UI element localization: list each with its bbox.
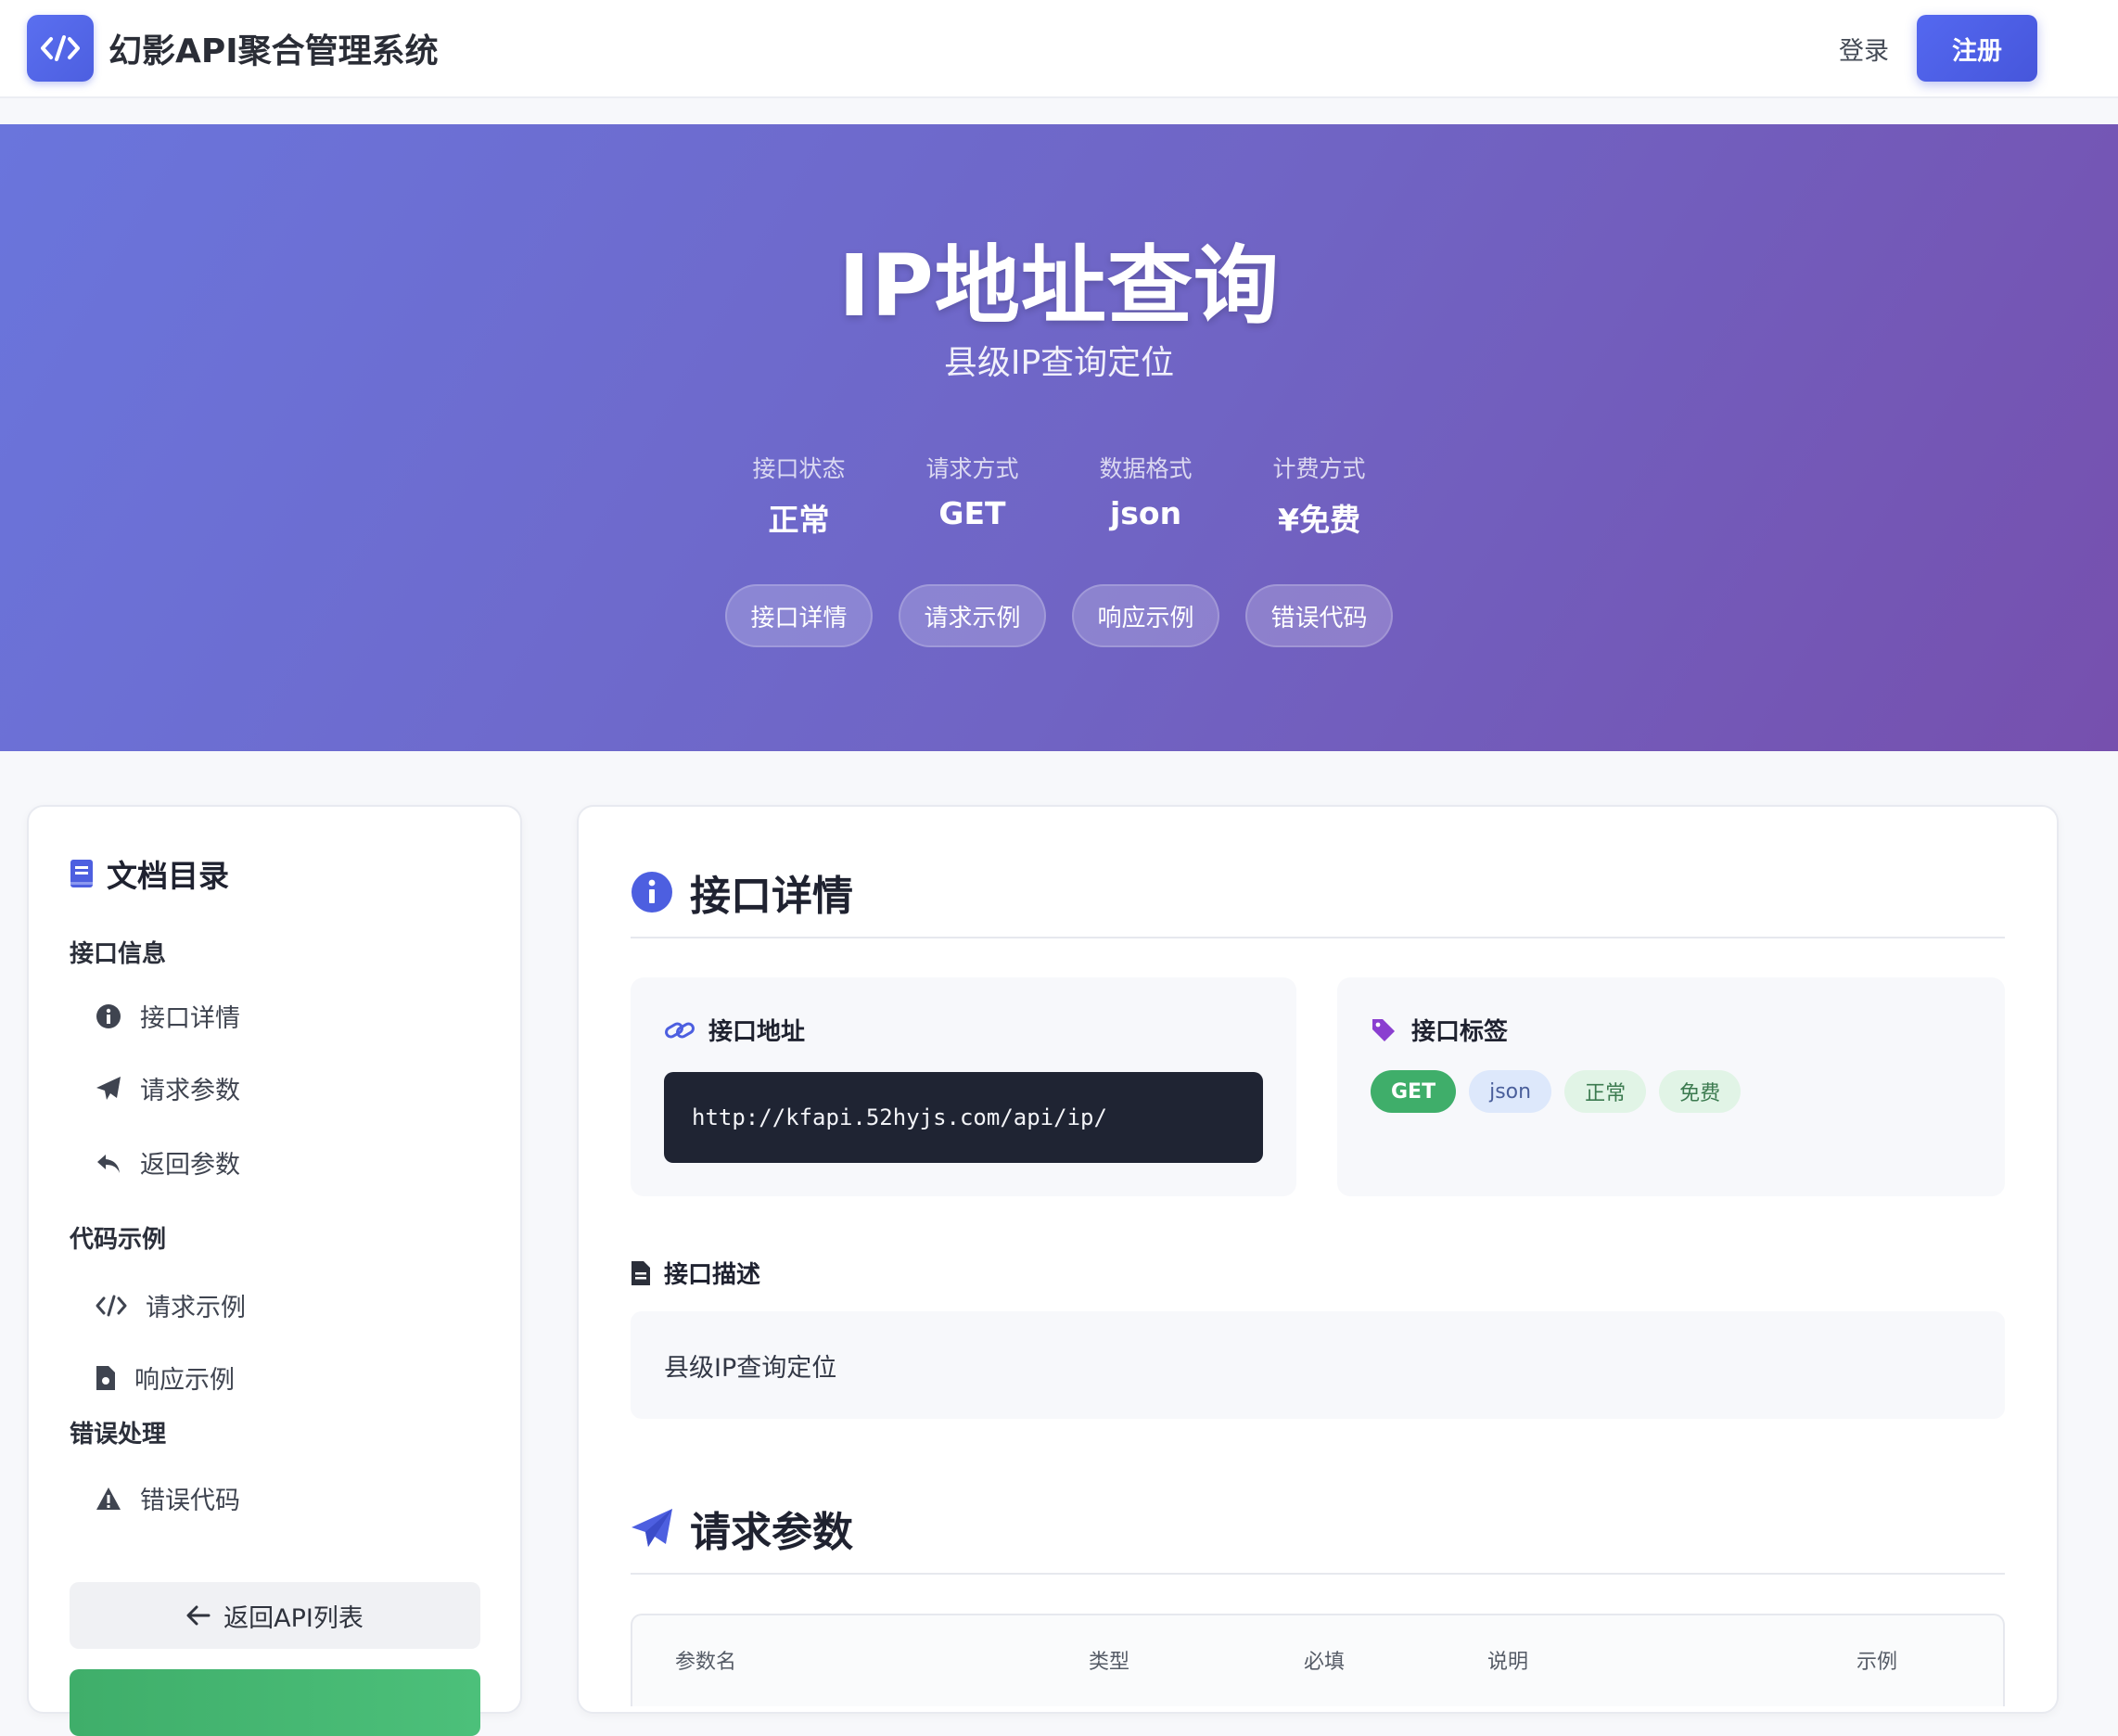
section-pills: 接口详情 请求示例 响应示例 错误代码 <box>0 584 2118 647</box>
description-title: 接口描述 <box>664 1261 761 1289</box>
sidebar-title-text: 文档目录 <box>107 858 229 894</box>
card-title: 接口地址 <box>708 1018 806 1046</box>
tag-method: GET <box>1371 1070 1457 1113</box>
code-icon <box>96 1295 127 1316</box>
arrow-left-icon <box>186 1605 211 1626</box>
brand-name[interactable]: 幻影API聚合管理系统 <box>108 24 439 72</box>
section-title-api-detail: 接口详情 <box>631 862 853 922</box>
api-url[interactable]: http://kfapi.52hyjs.com/api/ip/ <box>664 1072 1263 1163</box>
green-action-button[interactable] <box>70 1669 480 1736</box>
logo[interactable] <box>27 15 94 82</box>
sidebar-item-response-example[interactable]: 响应示例 <box>96 1359 235 1396</box>
stat-value: ¥免费 <box>1278 502 1360 538</box>
stat-method: 请求方式 GET <box>886 451 1059 540</box>
section-divider <box>631 937 2005 938</box>
sidebar-group-error-handling: 错误处理 <box>70 1421 167 1449</box>
stat-label: 请求方式 <box>925 455 1019 482</box>
column-header-description: 说明 <box>1487 1651 1529 1674</box>
sidebar-item-api-detail[interactable]: 接口详情 <box>96 998 240 1034</box>
reply-icon <box>97 1154 120 1173</box>
pill-error-codes[interactable]: 错误代码 <box>1245 584 1393 647</box>
column-header-required: 必填 <box>1304 1651 1346 1674</box>
stat-value: GET <box>938 495 1006 531</box>
sidebar-item-return-params[interactable]: 返回参数 <box>96 1144 240 1181</box>
register-button[interactable]: 注册 <box>1917 15 2037 82</box>
sidebar-item-label: 请求参数 <box>140 1077 240 1105</box>
sidebar-item-label: 响应示例 <box>134 1366 235 1395</box>
api-stats: 接口状态 正常 请求方式 GET 数据格式 json 计费方式 ¥免费 <box>0 451 2118 540</box>
stat-label: 数据格式 <box>1099 455 1193 482</box>
sidebar-item-request-params[interactable]: 请求参数 <box>96 1070 240 1106</box>
hero-banner: IP地址查询 县级IP查询定位 接口状态 正常 请求方式 GET 数据格式 js… <box>0 124 2118 751</box>
tag-billing: 免费 <box>1659 1070 1742 1113</box>
pill-response-example[interactable]: 响应示例 <box>1072 584 1219 647</box>
api-tags-card: 接口标签 GET json 正常 免费 <box>1337 977 2005 1196</box>
tags-icon <box>1372 1018 1395 1041</box>
warning-icon <box>96 1487 121 1510</box>
description-header: 接口描述 <box>631 1256 760 1290</box>
tag-format: json <box>1469 1070 1552 1113</box>
file-icon <box>632 1260 650 1285</box>
tag-status: 正常 <box>1564 1070 1647 1113</box>
page-subtitle: 县级IP查询定位 <box>943 344 1175 382</box>
login-link[interactable]: 登录 <box>1839 31 1889 67</box>
info-icon <box>96 1003 121 1028</box>
main-content: 接口详情 接口地址 http://kfapi.52hyjs.com/api/ip… <box>577 805 2059 1714</box>
sidebar-item-label: 请求示例 <box>146 1294 246 1322</box>
sidebar-group-api-info: 接口信息 <box>70 940 167 968</box>
sidebar-group-code-examples: 代码示例 <box>70 1226 167 1254</box>
page-title: IP地址查询 <box>838 236 1280 336</box>
section-divider <box>631 1573 2005 1575</box>
sidebar-item-label: 错误代码 <box>140 1487 240 1515</box>
sidebar-item-label: 返回参数 <box>140 1151 240 1180</box>
file-code-icon <box>96 1365 115 1390</box>
section-title-text: 请求参数 <box>690 1509 853 1556</box>
section-title-text: 接口详情 <box>690 873 853 920</box>
stat-value: 正常 <box>768 502 830 538</box>
top-navbar: 幻影API聚合管理系统 登录 注册 <box>0 0 2118 98</box>
section-title-request-params: 请求参数 <box>631 1499 853 1558</box>
back-to-api-list-button[interactable]: 返回API列表 <box>70 1582 480 1649</box>
paper-plane-icon <box>632 1509 672 1547</box>
stat-billing: 计费方式 ¥免费 <box>1232 451 1406 540</box>
book-icon <box>70 860 93 887</box>
tag-list: GET json 正常 免费 <box>1371 1070 1742 1113</box>
params-table-header: 参数名 类型 必填 说明 示例 <box>631 1614 2005 1706</box>
sidebar-item-request-example[interactable]: 请求示例 <box>96 1287 246 1323</box>
api-url-card: 接口地址 http://kfapi.52hyjs.com/api/ip/ <box>631 977 1296 1196</box>
stat-status: 接口状态 正常 <box>712 451 886 540</box>
stat-label: 计费方式 <box>1272 455 1366 482</box>
stat-format: 数据格式 json <box>1059 451 1232 540</box>
card-header: 接口地址 <box>664 1013 805 1047</box>
column-header-name: 参数名 <box>675 1651 737 1674</box>
description-text: 县级IP查询定位 <box>631 1311 2005 1419</box>
paper-plane-icon <box>96 1076 121 1100</box>
column-header-type: 类型 <box>1089 1651 1130 1674</box>
sidebar-item-label: 接口详情 <box>140 1004 240 1033</box>
stat-label: 接口状态 <box>752 455 846 482</box>
pill-api-detail[interactable]: 接口详情 <box>725 584 873 647</box>
back-button-label: 返回API列表 <box>223 1603 364 1633</box>
code-icon <box>41 35 80 61</box>
info-icon <box>632 872 672 913</box>
stat-value: json <box>1109 495 1182 531</box>
card-header: 接口标签 <box>1371 1013 1508 1047</box>
pill-request-example[interactable]: 请求示例 <box>899 584 1046 647</box>
column-header-example: 示例 <box>1856 1651 1898 1674</box>
doc-sidebar: 文档目录 接口信息 接口详情 请求参数 返回参数 代码示例 请求示例 响应示例 … <box>27 805 522 1736</box>
sidebar-title: 文档目录 <box>70 851 229 896</box>
sidebar-item-error-codes[interactable]: 错误代码 <box>96 1480 240 1516</box>
link-icon <box>665 1022 695 1038</box>
card-title: 接口标签 <box>1411 1018 1509 1046</box>
